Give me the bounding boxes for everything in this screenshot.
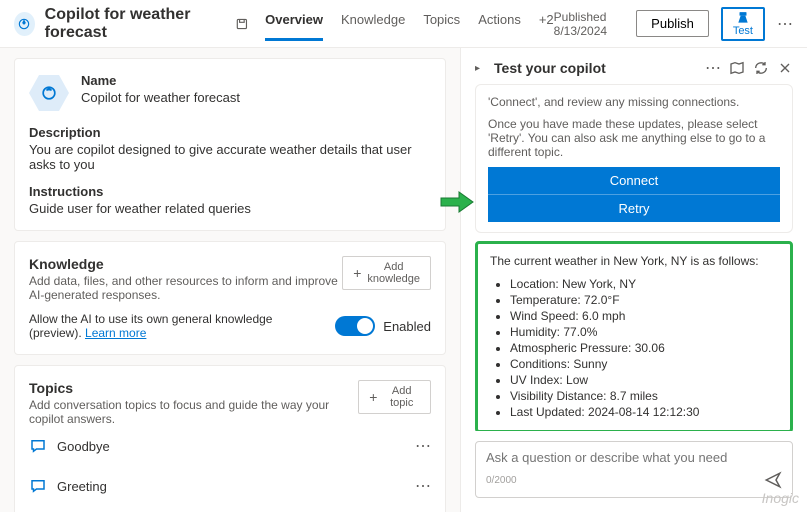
topic-item[interactable]: Lesson 1 - A simple topic ⋯ xyxy=(29,506,431,512)
tab-more[interactable]: +2 xyxy=(539,8,554,39)
test-panel-title: Test your copilot xyxy=(494,60,697,76)
chat-icon xyxy=(29,437,47,455)
knowledge-card: Knowledge Add data, files, and other res… xyxy=(14,241,446,355)
chat-icon xyxy=(29,477,47,495)
weather-item: Location: New York, NY xyxy=(510,276,778,292)
description-label: Description xyxy=(29,125,431,140)
test-panel-header: ▸ Test your copilot ⋯ xyxy=(461,48,807,84)
add-knowledge-label: Add knowledge xyxy=(367,261,420,285)
plus-icon: + xyxy=(369,389,377,405)
knowledge-sub: Add data, files, and other resources to … xyxy=(29,274,342,302)
topic-item[interactable]: Goodbye ⋯ xyxy=(29,426,431,466)
published-date: Published 8/13/2024 xyxy=(554,10,625,38)
weather-list: Location: New York, NY Temperature: 72.0… xyxy=(490,276,778,420)
instructions-value: Guide user for weather related queries xyxy=(29,201,431,216)
general-knowledge-toggle[interactable] xyxy=(335,316,375,336)
weather-item: Wind Speed: 6.0 mph xyxy=(510,308,778,324)
msg-text-2: Once you have made these updates, please… xyxy=(488,117,780,159)
learn-more-link[interactable]: Learn more xyxy=(85,326,146,340)
topic-name: Greeting xyxy=(57,479,107,494)
add-knowledge-button[interactable]: + Add knowledge xyxy=(342,256,431,290)
tab-knowledge[interactable]: Knowledge xyxy=(341,8,405,39)
test-button-label: Test xyxy=(733,25,753,37)
name-label: Name xyxy=(81,73,240,88)
top-header: Copilot for weather forecast Overview Kn… xyxy=(0,0,807,48)
weather-item: Temperature: 72.0°F xyxy=(510,292,778,308)
topic-name: Goodbye xyxy=(57,439,110,454)
topics-card: Topics Add conversation topics to focus … xyxy=(14,365,446,512)
weather-intro: The current weather in New York, NY is a… xyxy=(490,254,778,268)
nav-tabs: Overview Knowledge Topics Actions +2 xyxy=(265,8,553,39)
map-icon[interactable] xyxy=(729,60,745,76)
retry-button[interactable]: Retry xyxy=(488,194,780,222)
weather-item: UV Index: Low xyxy=(510,372,778,388)
msg-text-1: 'Connect', and review any missing connec… xyxy=(488,95,780,109)
copilot-hex-icon xyxy=(29,73,69,113)
test-panel: ▸ Test your copilot ⋯ 'Connect', and rev… xyxy=(460,48,807,512)
app-title: Copilot for weather forecast xyxy=(45,6,228,42)
allow-ai-text: Allow the AI to use its own general know… xyxy=(29,312,272,340)
toggle-enabled-label: Enabled xyxy=(383,319,431,334)
instructions-label: Instructions xyxy=(29,184,431,199)
close-icon[interactable] xyxy=(777,60,793,76)
tab-topics[interactable]: Topics xyxy=(423,8,460,39)
header-right: Published 8/13/2024 Publish Test ⋯ xyxy=(554,7,793,41)
send-icon[interactable] xyxy=(764,471,782,489)
topics-sub: Add conversation topics to focus and gui… xyxy=(29,398,358,426)
bot-message: 'Connect', and review any missing connec… xyxy=(475,84,793,233)
char-count: 0/2000 xyxy=(486,475,517,486)
left-panel: Name Copilot for weather forecast Descri… xyxy=(0,48,460,512)
header-more-icon[interactable]: ⋯ xyxy=(777,14,793,34)
publish-button[interactable]: Publish xyxy=(636,10,709,37)
plus-icon: + xyxy=(353,265,361,281)
topic-more-icon[interactable]: ⋯ xyxy=(415,476,431,496)
topics-title: Topics xyxy=(29,380,358,396)
refresh-icon[interactable] xyxy=(753,60,769,76)
add-topic-label: Add topic xyxy=(383,385,420,409)
add-topic-button[interactable]: + Add topic xyxy=(358,380,431,414)
caret-icon[interactable]: ▸ xyxy=(475,63,480,74)
weather-response: The current weather in New York, NY is a… xyxy=(475,241,793,431)
weather-item: Humidity: 77.0% xyxy=(510,324,778,340)
weather-item: Conditions: Sunny xyxy=(510,356,778,372)
callout-arrow-icon xyxy=(439,190,475,214)
details-card: Name Copilot for weather forecast Descri… xyxy=(14,58,446,231)
connect-button[interactable]: Connect xyxy=(488,167,780,194)
tab-overview[interactable]: Overview xyxy=(265,8,323,39)
input-area: 0/2000 xyxy=(461,431,807,512)
save-icon[interactable] xyxy=(235,16,249,32)
main-content: Name Copilot for weather forecast Descri… xyxy=(0,48,807,512)
topic-item[interactable]: Greeting ⋯ xyxy=(29,466,431,506)
weather-item: Last Updated: 2024-08-14 12:12:30 xyxy=(510,404,778,420)
chat-body: 'Connect', and review any missing connec… xyxy=(461,84,807,431)
panel-more-icon[interactable]: ⋯ xyxy=(705,58,721,78)
description-value: You are copilot designed to give accurat… xyxy=(29,142,431,172)
test-button[interactable]: Test xyxy=(721,7,765,41)
knowledge-title: Knowledge xyxy=(29,256,342,272)
name-value: Copilot for weather forecast xyxy=(81,90,240,105)
chat-input[interactable] xyxy=(486,450,782,465)
weather-item: Atmospheric Pressure: 30.06 xyxy=(510,340,778,356)
copilot-logo-icon xyxy=(14,12,35,36)
tab-actions[interactable]: Actions xyxy=(478,8,521,39)
topic-more-icon[interactable]: ⋯ xyxy=(415,436,431,456)
chat-input-box: 0/2000 xyxy=(475,441,793,498)
weather-item: Visibility Distance: 8.7 miles xyxy=(510,388,778,404)
